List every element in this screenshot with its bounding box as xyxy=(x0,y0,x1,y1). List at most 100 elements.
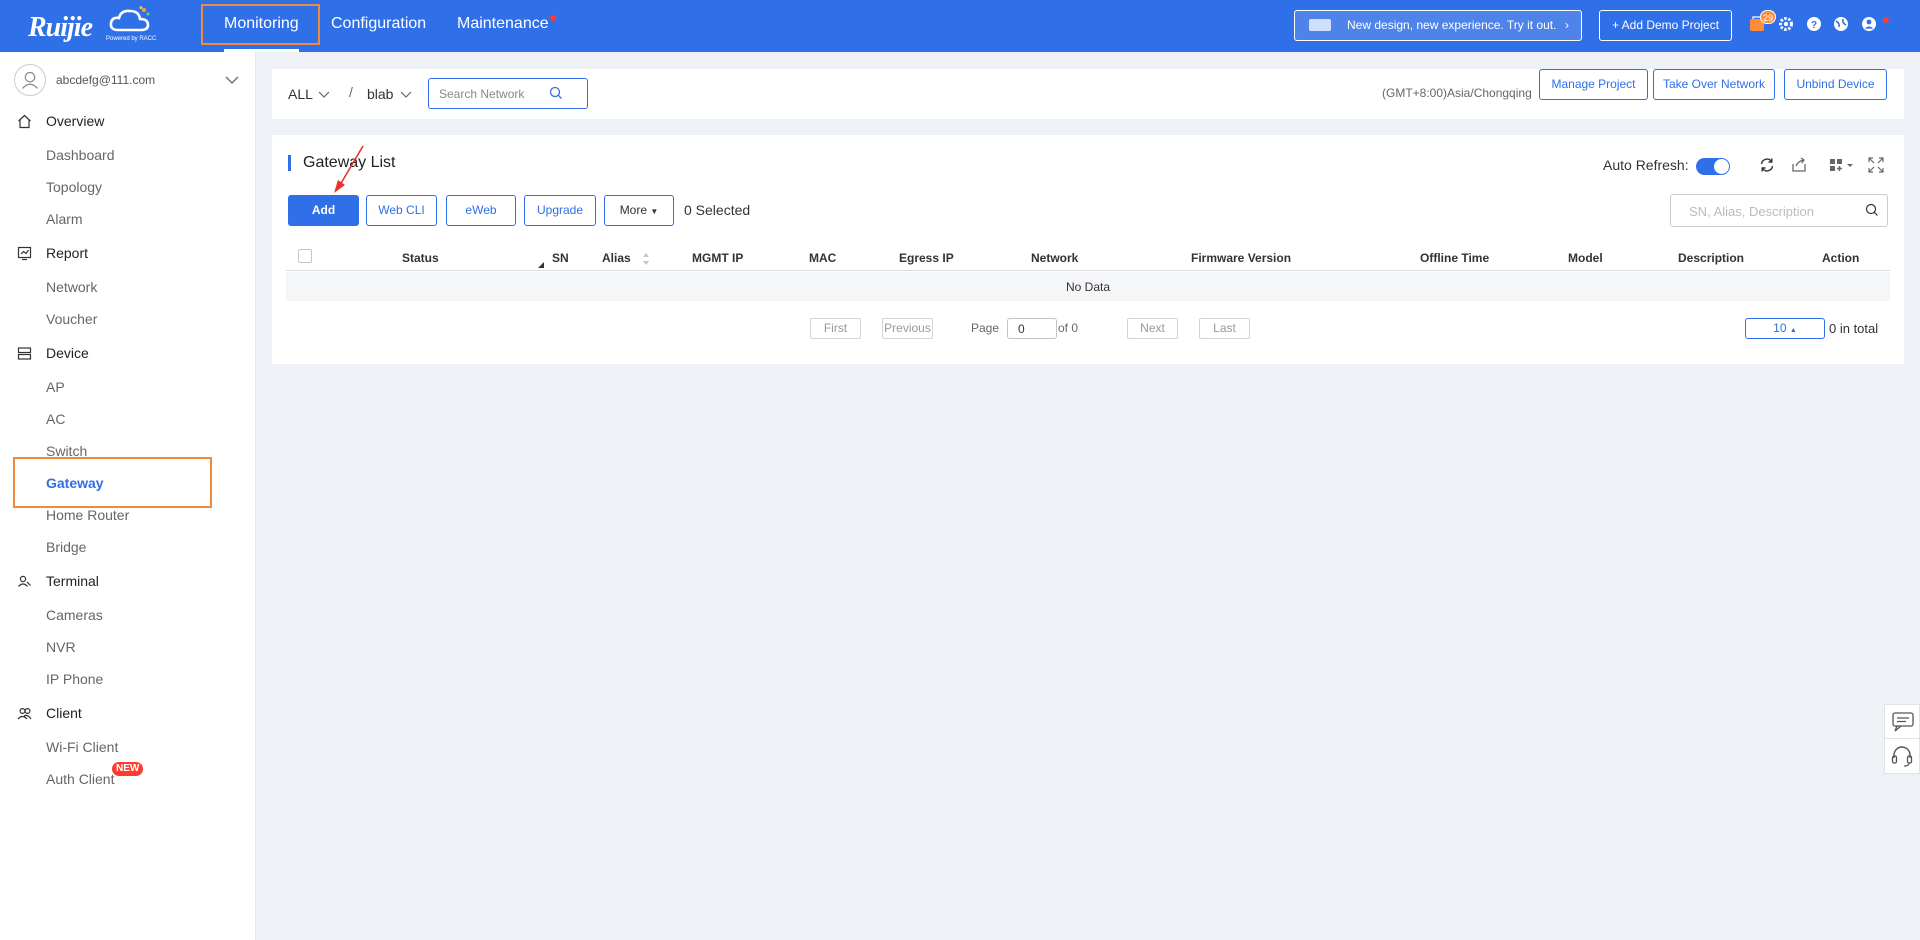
nav-maintenance[interactable]: Maintenance xyxy=(457,0,556,52)
top-bar: Ruijie Powered by RACC Monitoring Config… xyxy=(0,0,1920,52)
column-header-egress-ip[interactable]: Egress IP xyxy=(899,251,954,265)
sidebar-item-voucher[interactable]: Voucher xyxy=(46,311,97,327)
add-demo-project-button[interactable]: + Add Demo Project xyxy=(1599,10,1732,41)
title-accent-bar xyxy=(288,155,291,171)
column-header-mac[interactable]: MAC xyxy=(809,251,836,265)
next-page-button[interactable]: Next xyxy=(1127,318,1178,339)
web-cli-button[interactable]: Web CLI xyxy=(366,195,437,226)
sidebar-item-bridge[interactable]: Bridge xyxy=(46,539,86,555)
sidebar-item-ac[interactable]: AC xyxy=(46,411,65,427)
nav-configuration[interactable]: Configuration xyxy=(331,0,426,52)
cloud-logo-icon xyxy=(109,6,150,32)
total-count: 0 in total xyxy=(1829,321,1879,336)
page-size-select[interactable]: 10 ▲ xyxy=(1745,318,1825,339)
eweb-button[interactable]: eWeb xyxy=(446,195,516,226)
notification-count-badge: 29 xyxy=(1760,10,1777,24)
network-search-input[interactable] xyxy=(439,85,549,103)
sidebar-item-home-router[interactable]: Home Router xyxy=(46,507,129,523)
column-header-firmware-version[interactable]: Firmware Version xyxy=(1191,251,1291,265)
timezone-label: (GMT+8:00)Asia/Chongqing xyxy=(1382,86,1532,100)
selected-count: 0 Selected xyxy=(684,202,751,218)
search-icon[interactable] xyxy=(549,86,563,100)
sidebar-item-nvr[interactable]: NVR xyxy=(46,639,76,655)
sidebar-item-switch[interactable]: Switch xyxy=(46,443,87,459)
column-header-status[interactable]: Status xyxy=(402,251,439,265)
empty-state-text: No Data xyxy=(1065,280,1111,294)
column-header-model[interactable]: Model xyxy=(1568,251,1603,265)
page-number-input[interactable] xyxy=(1008,319,1056,338)
add-button[interactable]: Add xyxy=(288,195,359,226)
gear-icon[interactable] xyxy=(1777,15,1795,33)
search-icon[interactable] xyxy=(1865,203,1879,217)
chevron-right-icon: › xyxy=(1565,18,1569,32)
upgrade-button[interactable]: Upgrade xyxy=(524,195,596,226)
page-size-value: 10 xyxy=(1773,321,1787,335)
sort-icon[interactable] xyxy=(642,252,650,266)
refresh-icon[interactable] xyxy=(1758,156,1776,174)
sidebar-section-client[interactable]: Client xyxy=(0,698,256,728)
sidebar-section-device[interactable]: Device xyxy=(0,338,256,368)
client-icon xyxy=(17,707,32,720)
column-header-mgmt-ip[interactable]: MGMT IP xyxy=(692,251,743,265)
column-header-description[interactable]: Description xyxy=(1678,251,1744,265)
sidebar-section-report[interactable]: Report xyxy=(0,238,256,268)
network-selector[interactable]: blab xyxy=(367,86,393,102)
manage-project-button[interactable]: Manage Project xyxy=(1539,69,1648,100)
unbind-device-button[interactable]: Unbind Device xyxy=(1784,69,1887,100)
table-empty-row: No Data xyxy=(286,272,1890,301)
terminal-icon xyxy=(18,575,31,587)
select-all-checkbox[interactable] xyxy=(298,249,312,263)
user-alert-dot xyxy=(1883,17,1889,23)
caret-up-icon: ▲ xyxy=(1789,327,1797,334)
column-settings-icon[interactable] xyxy=(1828,156,1856,174)
sidebar-item-alarm[interactable]: Alarm xyxy=(46,211,83,227)
auto-refresh-label: Auto Refresh: xyxy=(1603,157,1689,173)
auto-refresh-toggle[interactable] xyxy=(1696,158,1730,175)
page-number-box xyxy=(1007,318,1057,339)
fullscreen-icon[interactable] xyxy=(1867,156,1885,174)
sidebar-item-dashboard[interactable]: Dashboard xyxy=(46,147,115,163)
nav-monitoring[interactable]: Monitoring xyxy=(224,0,299,52)
breadcrumb-separator: / xyxy=(349,84,353,100)
sidebar-item-ap[interactable]: AP xyxy=(46,379,65,395)
account-selector[interactable]: abcdefg@111.com xyxy=(14,64,240,96)
sidebar-item-topology[interactable]: Topology xyxy=(46,179,102,195)
sidebar-item-network[interactable]: Network xyxy=(46,279,97,295)
last-page-button[interactable]: Last xyxy=(1199,318,1250,339)
column-header-alias[interactable]: Alias xyxy=(602,251,631,265)
chevron-down-icon xyxy=(318,91,330,98)
more-dropdown-button[interactable]: More ▼ xyxy=(604,195,674,226)
export-icon[interactable] xyxy=(1790,156,1808,174)
powered-by-text: Powered by RACC xyxy=(106,36,157,42)
sidebar-item-ip-phone[interactable]: IP Phone xyxy=(46,671,103,687)
help-icon[interactable]: ? xyxy=(1805,15,1823,33)
toggle-knob xyxy=(1714,159,1729,174)
page-title: Gateway List xyxy=(303,154,396,171)
caret-down-icon: ▼ xyxy=(650,207,659,216)
new-design-promo-button[interactable]: New design, new experience. Try it out. … xyxy=(1294,10,1582,41)
logo-text: Ruijie xyxy=(28,12,93,43)
sidebar-section-label: Client xyxy=(46,705,82,721)
sidebar-item-auth-client[interactable]: Auth Client xyxy=(46,771,114,787)
column-header-offline-time[interactable]: Offline Time xyxy=(1420,251,1489,265)
feedback-button[interactable] xyxy=(1884,704,1920,740)
ruijie-logo[interactable]: Ruijie Powered by RACC xyxy=(28,6,158,46)
table-search-input[interactable] xyxy=(1689,203,1859,219)
take-over-network-button[interactable]: Take Over Network xyxy=(1653,69,1775,100)
globe-icon[interactable] xyxy=(1832,15,1850,33)
promo-image-icon xyxy=(1309,19,1331,31)
sidebar-item-gateway[interactable]: Gateway xyxy=(46,475,104,491)
sidebar-section-label: Device xyxy=(46,345,89,361)
sidebar-section-overview[interactable]: Overview xyxy=(0,106,256,136)
table-header: Status SN Alias MGMT IP MAC Egress IP Ne… xyxy=(286,245,1890,271)
sidebar-item-cameras[interactable]: Cameras xyxy=(46,607,103,623)
previous-page-button[interactable]: Previous xyxy=(882,318,933,339)
support-button[interactable] xyxy=(1884,738,1920,774)
sidebar-section-terminal[interactable]: Terminal xyxy=(0,566,256,596)
user-icon[interactable] xyxy=(1860,15,1878,33)
column-header-network[interactable]: Network xyxy=(1031,251,1078,265)
scope-selector[interactable]: ALL xyxy=(288,86,313,102)
first-page-button[interactable]: First xyxy=(810,318,861,339)
column-header-sn[interactable]: SN xyxy=(552,251,569,265)
sidebar-item-wifi-client[interactable]: Wi-Fi Client xyxy=(46,739,118,755)
